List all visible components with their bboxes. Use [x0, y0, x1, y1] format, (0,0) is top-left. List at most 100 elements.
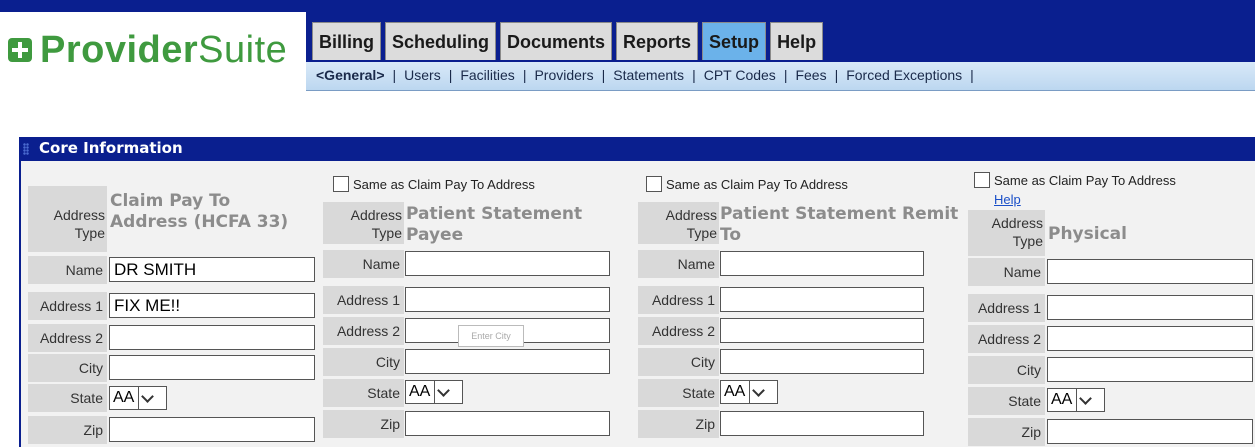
same-as-claim-checkbox-row[interactable]: Same as Claim Pay To Address	[646, 176, 848, 192]
address2-label: Address 2	[638, 317, 719, 345]
plus-icon	[8, 38, 32, 62]
address-type-value: Patient Statement Payee	[406, 204, 583, 245]
zip-field[interactable]	[109, 417, 315, 442]
subnav-separator: |	[783, 67, 788, 83]
chevron-down-icon[interactable]	[749, 381, 768, 403]
tab-help[interactable]: Help	[770, 22, 824, 60]
name-field[interactable]: DR SMITH	[109, 257, 315, 282]
state-select[interactable]: AA	[405, 380, 463, 404]
address2-field[interactable]	[1047, 326, 1253, 351]
tab-list: Billing Scheduling Documents Reports Set…	[312, 22, 824, 60]
subnav-general[interactable]: <General>	[316, 67, 385, 83]
main-navigation: Billing Scheduling Documents Reports Set…	[306, 12, 1255, 91]
same-as-claim-checkbox[interactable]	[333, 176, 349, 192]
address-type-label: Address Type	[350, 207, 402, 241]
address-type-value: Patient Statement Remit To	[720, 204, 959, 245]
address1-label: Address 1	[968, 294, 1045, 322]
name-field[interactable]	[720, 251, 924, 276]
state-select[interactable]: AA	[720, 380, 778, 404]
subnav-statements[interactable]: Statements	[613, 67, 684, 83]
address1-label: Address 1	[323, 286, 404, 314]
name-label: Name	[28, 256, 107, 284]
same-as-claim-label: Same as Claim Pay To Address	[994, 172, 1176, 188]
subnav-providers[interactable]: Providers	[534, 67, 593, 83]
subnav-separator: |	[392, 67, 397, 83]
tab-scheduling[interactable]: Scheduling	[385, 22, 497, 60]
name-field[interactable]	[1047, 259, 1253, 284]
name-label: Name	[968, 258, 1045, 286]
enter-city-tooltip: Enter City	[458, 325, 524, 347]
address2-label: Address 2	[968, 325, 1045, 353]
city-label: City	[638, 348, 719, 376]
state-label: State	[968, 387, 1045, 415]
address1-field[interactable]	[720, 287, 924, 312]
state-value: AA	[409, 383, 431, 400]
tab-setup[interactable]: Setup	[702, 22, 767, 60]
address1-label: Address 1	[638, 286, 719, 314]
address1-field[interactable]: FIX ME!!	[109, 293, 315, 318]
address-type-value: Physical	[1048, 224, 1127, 244]
zip-field[interactable]	[1047, 419, 1253, 444]
zip-label: Zip	[638, 410, 719, 438]
state-value: AA	[724, 383, 746, 400]
subnav-separator: |	[834, 67, 839, 83]
subnav-cpt-codes[interactable]: CPT Codes	[704, 67, 776, 83]
same-as-claim-label: Same as Claim Pay To Address	[353, 176, 535, 192]
subnav-users[interactable]: Users	[404, 67, 441, 83]
zip-field[interactable]	[720, 411, 924, 436]
setup-subnav: <General> | Users | Facilities | Provide…	[306, 62, 1255, 91]
subnav-facilities[interactable]: Facilities	[460, 67, 514, 83]
city-label: City	[968, 356, 1045, 384]
chevron-down-icon[interactable]	[1076, 389, 1095, 411]
address2-label: Address 2	[28, 324, 107, 352]
tab-documents[interactable]: Documents	[500, 22, 613, 60]
city-field[interactable]	[405, 349, 610, 374]
help-link[interactable]: Help	[994, 192, 1021, 207]
name-field[interactable]	[405, 251, 610, 276]
drag-grip-icon[interactable]	[23, 143, 29, 155]
same-as-claim-label: Same as Claim Pay To Address	[666, 176, 848, 192]
same-as-claim-checkbox-row[interactable]: Same as Claim Pay To Address	[333, 176, 535, 192]
city-field[interactable]	[720, 349, 924, 374]
subnav-forced-exceptions[interactable]: Forced Exceptions	[846, 67, 962, 83]
address-type-value: Claim Pay To Address (HCFA 33)	[110, 191, 289, 232]
same-as-claim-checkbox-row[interactable]: Same as Claim Pay To Address	[974, 172, 1176, 188]
name-label: Name	[638, 250, 719, 278]
city-field[interactable]	[109, 355, 315, 380]
logo-text: ProviderSuite	[40, 28, 288, 71]
address1-field[interactable]	[1047, 295, 1253, 320]
chevron-down-icon[interactable]	[138, 387, 157, 409]
address2-label: Address 2	[323, 317, 404, 345]
subnav-separator: |	[692, 67, 696, 83]
address1-field[interactable]	[405, 287, 610, 312]
panel-title: Core Information	[39, 139, 183, 157]
state-value: AA	[1051, 391, 1073, 408]
top-banner	[0, 0, 1255, 12]
state-label: State	[28, 384, 107, 412]
zip-label: Zip	[323, 410, 404, 438]
state-select[interactable]: AA	[109, 386, 167, 410]
address2-field[interactable]	[720, 318, 924, 343]
subnav-separator: |	[970, 67, 974, 83]
tab-reports[interactable]: Reports	[616, 22, 699, 60]
zip-field[interactable]	[405, 411, 610, 436]
city-label: City	[28, 354, 107, 382]
address-type-label: Address Type	[665, 207, 717, 241]
zip-label: Zip	[968, 418, 1045, 446]
tab-billing[interactable]: Billing	[312, 22, 381, 60]
state-select[interactable]: AA	[1047, 388, 1105, 412]
state-value: AA	[113, 389, 135, 406]
subnav-separator: |	[448, 67, 453, 83]
same-as-claim-checkbox[interactable]	[646, 176, 662, 192]
state-label: State	[323, 379, 404, 407]
provider-suite-logo: ProviderSuite	[8, 20, 287, 80]
address2-field[interactable]	[109, 325, 315, 350]
address-type-label: Address Type	[991, 215, 1043, 249]
city-field[interactable]	[1047, 357, 1253, 382]
state-label: State	[638, 379, 719, 407]
address-type-label: Address Type	[53, 207, 105, 241]
chevron-down-icon[interactable]	[434, 381, 453, 403]
subnav-separator: |	[522, 67, 527, 83]
subnav-fees[interactable]: Fees	[795, 67, 826, 83]
same-as-claim-checkbox[interactable]	[974, 172, 990, 188]
